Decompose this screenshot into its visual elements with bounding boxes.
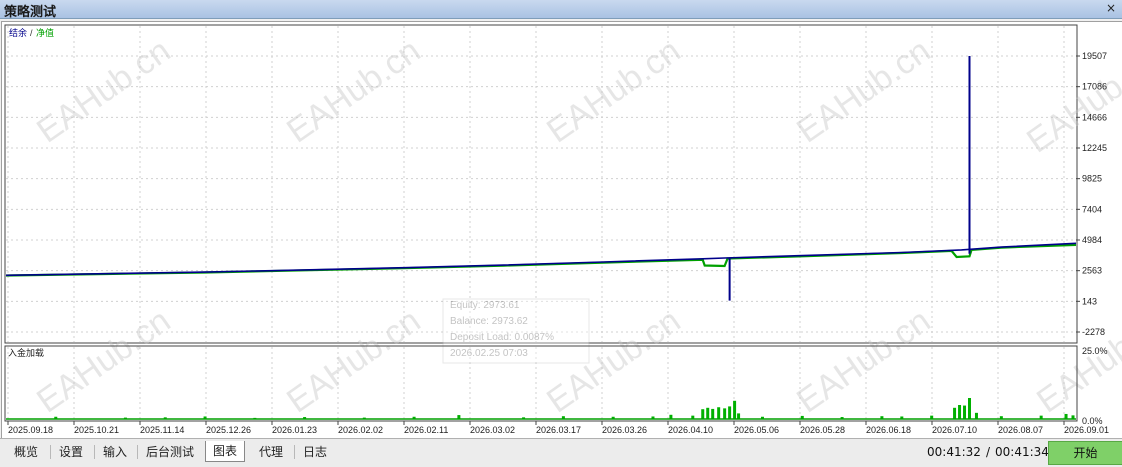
tooltip-balance: Balance: 2973.62 (450, 316, 528, 327)
y-tick-label: 143 (1082, 296, 1097, 306)
x-tick-label: 2026.06.18 (866, 425, 911, 435)
y-tick-label: 2563 (1082, 266, 1102, 276)
tooltip-deposit-load: Deposit Load: 0.0087% (450, 332, 554, 343)
tab-separator (294, 445, 295, 459)
x-tick-label: 2025.11.14 (140, 425, 184, 435)
deposit-load-bar (958, 405, 962, 419)
tab-chart[interactable]: 图表 (205, 441, 246, 462)
deposit-load-bar (737, 413, 741, 419)
deposit-load-bar (723, 408, 727, 419)
x-tick-label: 2026.02.11 (404, 425, 448, 435)
y-tick-label: 14666 (1082, 112, 1107, 122)
tab-bar: 概览 设置 输入 后台测试 图表 代理 日志 00:41:32 / 00:41:… (0, 438, 1122, 467)
y-tick-label: 4984 (1082, 235, 1102, 245)
x-tick-label: 2025.09.18 (8, 425, 53, 435)
deposit-load-bar (701, 409, 705, 419)
deposit-load-bar (974, 412, 978, 419)
x-tick-label: 2026.03.02 (470, 425, 515, 435)
legend-equity: 净值 (36, 27, 54, 38)
sub-y-tick-top: 25.0% (1082, 346, 1108, 356)
x-tick-label: 2026.09.01 (1064, 425, 1109, 435)
x-tick-label: 2025.12.26 (206, 425, 251, 435)
x-tick-label: 2026.05.28 (800, 425, 845, 435)
x-tick-label: 2026.03.26 (602, 425, 647, 435)
deposit-load-bars (6, 398, 1076, 420)
deposit-load-bar (1064, 413, 1068, 419)
time-separator: / (986, 445, 991, 459)
x-tick-label: 2026.08.07 (998, 425, 1043, 435)
x-tick-label: 2026.01.23 (272, 425, 317, 435)
y-tick-label: 9825 (1082, 174, 1102, 184)
x-tick-label: 2025.10.21 (74, 425, 119, 435)
x-tick-label: 2026.03.17 (536, 425, 581, 435)
deposit-load-bar (963, 405, 967, 419)
y-tick-label: 17086 (1082, 82, 1107, 92)
total-time: 00:41:34 (995, 445, 1049, 459)
tab-agents[interactable]: 代理 (259, 443, 283, 460)
tab-settings[interactable]: 设置 (59, 443, 83, 460)
start-button[interactable]: 开始 (1048, 441, 1122, 465)
tab-separator (94, 445, 95, 459)
deposit-load-bar (728, 406, 732, 419)
y-tick-label: 7404 (1082, 204, 1102, 214)
deposit-load-bar (706, 407, 710, 419)
deposit-load-bar (711, 408, 715, 419)
deposit-load-bar (953, 407, 957, 419)
deposit-load-bar (733, 400, 737, 419)
y-tick-label: 19507 (1082, 51, 1107, 61)
sub-chart-label: 入金加载 (8, 347, 44, 358)
y-tick-label: 12245 (1082, 143, 1107, 153)
tab-inputs[interactable]: 输入 (103, 443, 127, 460)
deposit-load-bar (717, 407, 721, 419)
tab-separator (50, 445, 51, 459)
tab-overview[interactable]: 概览 (14, 443, 38, 460)
tab-separator (137, 445, 138, 459)
deposit-load-bar (967, 398, 971, 419)
x-tick-label: 2026.05.06 (734, 425, 779, 435)
tooltip-date: 2026.02.25 07:03 (450, 348, 528, 359)
x-tick-label: 2026.02.02 (338, 425, 383, 435)
tooltip: Equity: 2973.61 Balance: 2973.62 Deposit… (442, 298, 590, 364)
chart-area: EAHub.cn EAHub.cn EAHub.cn EAHub.cn EAHub.cn… (4, 24, 1122, 435)
x-tick-label: 2026.04.10 (668, 425, 713, 435)
legend-balance: 结余 (9, 27, 27, 38)
tooltip-equity: Equity: 2973.61 (450, 300, 520, 311)
tab-journal[interactable]: 日志 (303, 443, 327, 460)
elapsed-time: 00:41:32 (927, 445, 981, 459)
tab-backtest[interactable]: 后台测试 (146, 443, 194, 460)
x-axis-ticks: 2025.09.18 2025.10.21 2025.11.14 2025.12.26… (7, 421, 1109, 435)
y-tick-label: -2278 (1082, 327, 1105, 337)
x-tick-label: 2026.07.10 (932, 425, 977, 435)
